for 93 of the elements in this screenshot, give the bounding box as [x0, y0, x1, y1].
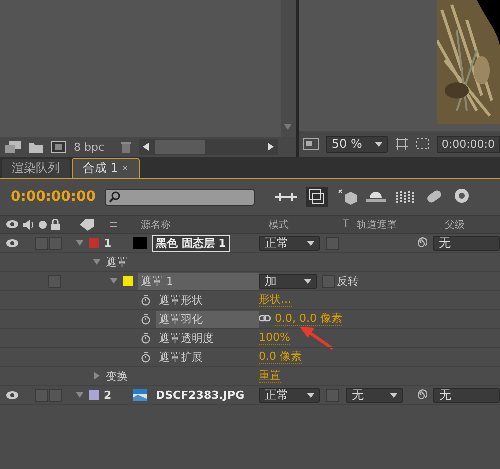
property-group-label[interactable]: 变换: [106, 368, 128, 384]
bit-depth-label[interactable]: 8 bpc: [74, 140, 105, 154]
mask-name[interactable]: 遮罩 1: [138, 272, 259, 290]
interpret-footage-icon[interactable]: [5, 141, 21, 153]
stopwatch-icon[interactable]: [141, 352, 151, 362]
caret-icon[interactable]: [304, 278, 312, 284]
number-icon: [110, 220, 117, 228]
layer-name[interactable]: 黑色 固态层 1: [152, 234, 230, 252]
composition-icon[interactable]: [51, 141, 66, 153]
folder-icon[interactable]: [29, 142, 43, 152]
scroll-right-icon[interactable]: [268, 143, 274, 151]
caret-icon[interactable]: [306, 392, 315, 398]
scrollbar[interactable]: [280, 0, 296, 137]
property-value[interactable]: 0.0 像素: [259, 350, 302, 364]
preserve-transparency-checkbox[interactable]: [326, 388, 339, 402]
draft-3d-icon[interactable]: [306, 187, 328, 207]
invert-checkbox[interactable]: [322, 274, 335, 288]
timecode-field[interactable]: 0:00:00:0: [436, 136, 500, 152]
parent-dropdown[interactable]: 无: [433, 236, 500, 250]
stopwatch-icon[interactable]: [141, 314, 151, 324]
property-value[interactable]: 100%: [259, 331, 290, 345]
lock-switch[interactable]: [48, 274, 61, 288]
layer-name[interactable]: DSCF2383.JPG: [152, 388, 249, 402]
label-icon: [80, 218, 94, 230]
column-header[interactable]: 父级: [445, 218, 465, 232]
cube-icon[interactable]: [337, 189, 357, 205]
expand-triangle-icon[interactable]: [93, 372, 101, 380]
solid-thumbnail: [133, 237, 147, 249]
expand-triangle-icon[interactable]: [76, 239, 84, 247]
eye-icon: [6, 220, 19, 229]
preserve-transparency-checkbox[interactable]: [326, 236, 340, 250]
comp-mini-flowchart-icon[interactable]: [275, 191, 297, 203]
region-icon[interactable]: [302, 138, 319, 150]
property-name[interactable]: 遮罩羽化: [156, 310, 259, 328]
scroll-left-icon[interactable]: [142, 143, 149, 151]
caret-icon[interactable]: [307, 240, 316, 246]
mask-color-swatch[interactable]: [123, 276, 133, 286]
stopwatch-icon[interactable]: [141, 332, 151, 344]
mask-mode-dropdown[interactable]: 加: [259, 274, 317, 288]
expand-triangle-icon[interactable]: [76, 391, 84, 399]
lock-switch[interactable]: [49, 236, 62, 250]
mode-dropdown[interactable]: 正常: [259, 388, 320, 402]
mode-dropdown[interactable]: 正常: [259, 236, 320, 250]
caret-icon[interactable]: [374, 142, 383, 146]
parent-dropdown[interactable]: 无: [433, 388, 500, 402]
mask-visibility-icon[interactable]: [416, 138, 430, 150]
property-name[interactable]: 遮罩透明度: [156, 330, 259, 346]
property-group-label[interactable]: 遮罩: [106, 254, 128, 270]
graph-editor-icon[interactable]: [453, 188, 471, 206]
invert-label: 反转: [337, 274, 359, 288]
column-header[interactable]: 源名称: [141, 218, 269, 232]
search-icon: [109, 191, 121, 203]
pick-whip-icon[interactable]: [416, 389, 428, 401]
property-name[interactable]: 遮罩扩展: [156, 350, 259, 364]
layer-number: 2: [104, 388, 113, 402]
solo-switch[interactable]: [35, 236, 48, 250]
grid-icon[interactable]: [394, 138, 409, 150]
link-icon[interactable]: [259, 315, 271, 323]
eye-icon[interactable]: [6, 390, 19, 400]
lock-switch[interactable]: [49, 388, 62, 402]
panel-tab[interactable]: 渲染队列: [2, 159, 70, 178]
eye-icon[interactable]: [6, 238, 19, 248]
column-header[interactable]: 模式: [269, 218, 343, 232]
trash-icon[interactable]: [120, 141, 131, 153]
label-swatch[interactable]: [89, 238, 99, 248]
property-value[interactable]: 0.0, 0.0 像素: [275, 312, 342, 326]
zoom-dropdown[interactable]: 50 %: [326, 136, 388, 152]
horizontal-scrollbar[interactable]: [138, 139, 278, 155]
panel-tab[interactable]: 合成 1 ×: [72, 158, 140, 178]
expand-triangle-icon[interactable]: [110, 277, 118, 285]
annotation-arrow: [300, 326, 334, 350]
expand-triangle-icon[interactable]: [93, 258, 101, 266]
solo-switch[interactable]: [35, 388, 48, 402]
close-icon[interactable]: ×: [121, 164, 129, 174]
caret-icon[interactable]: [390, 392, 398, 398]
property-name[interactable]: 遮罩形状: [156, 292, 259, 308]
column-header[interactable]: 轨道遮罩: [357, 218, 445, 232]
lock-icon: [51, 219, 60, 230]
pick-whip-icon[interactable]: [416, 237, 428, 249]
hide-layers-icon[interactable]: [366, 190, 386, 204]
speaker-icon: [23, 220, 35, 230]
image-icon: [133, 389, 147, 401]
search-field[interactable]: [105, 188, 255, 206]
stopwatch-icon[interactable]: [141, 294, 151, 306]
property-value[interactable]: 形状...: [259, 293, 292, 307]
timecode[interactable]: 0:00:00:00: [11, 189, 105, 205]
reset-link[interactable]: 重置: [259, 369, 281, 383]
frame-blending-icon[interactable]: [395, 189, 415, 205]
solo-icon: [39, 220, 47, 228]
label-swatch[interactable]: [89, 390, 99, 400]
track-matte-dropdown[interactable]: 无: [346, 388, 404, 402]
layer-number: 1: [104, 236, 113, 250]
column-header[interactable]: T: [343, 219, 357, 230]
